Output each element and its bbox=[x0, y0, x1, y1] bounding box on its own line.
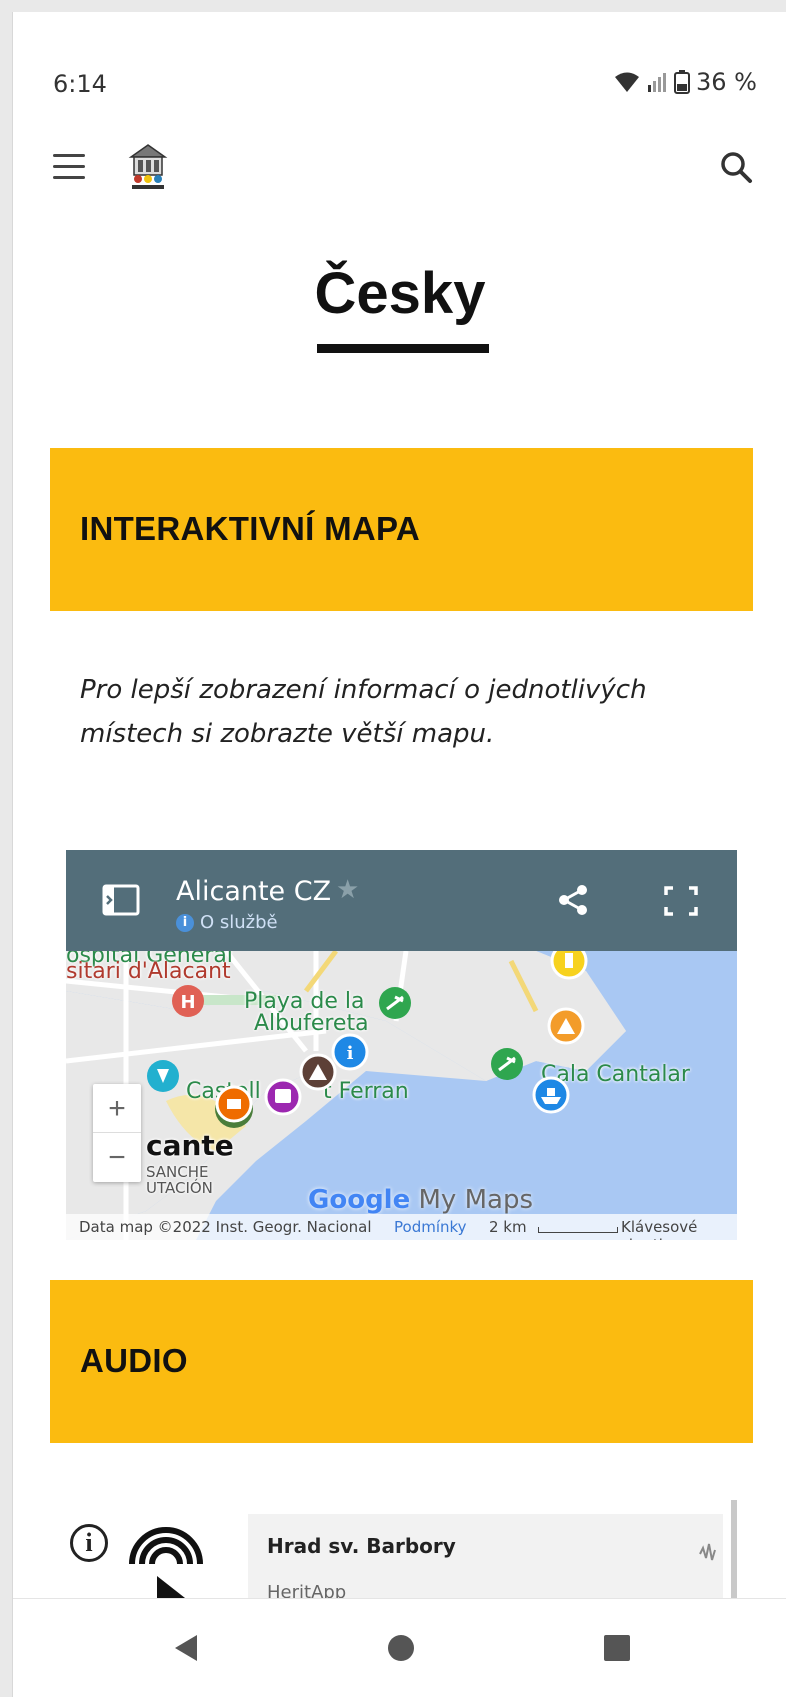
status-bar: 6:14 36 % bbox=[13, 12, 786, 132]
bus-marker[interactable] bbox=[264, 1078, 302, 1116]
back-icon[interactable] bbox=[173, 1633, 199, 1663]
map-title: Alicante CZ bbox=[176, 876, 332, 907]
mountain-marker[interactable] bbox=[299, 1053, 337, 1091]
menu-icon-line bbox=[53, 165, 85, 168]
info-icon: i bbox=[176, 913, 194, 932]
map-section-header: INTERAKTIVNÍ MAPA bbox=[50, 448, 753, 611]
audio-section-title: AUDIO bbox=[80, 1342, 188, 1379]
phone-screen: 6:14 36 % Česky INTERAKTIVNÍ MAPA Pro le… bbox=[12, 12, 786, 1697]
search-icon[interactable] bbox=[719, 150, 753, 184]
status-icons: 36 % bbox=[614, 68, 757, 96]
map-footer: Data map ©2022 Inst. Geogr. Nacional Pod… bbox=[66, 1214, 737, 1240]
beach-marker[interactable] bbox=[379, 987, 411, 1019]
info-marker[interactable]: i bbox=[331, 1033, 369, 1071]
audio-player: i Hrad sv. Barbory HeritApp bbox=[13, 1488, 786, 1614]
home-icon[interactable] bbox=[387, 1633, 415, 1663]
map-legend-toggle-icon[interactable] bbox=[102, 884, 140, 916]
audio-info-button[interactable]: i bbox=[70, 1524, 108, 1562]
title-underline bbox=[317, 344, 489, 353]
map-scale-label: 2 km bbox=[489, 1218, 527, 1236]
map-section-title: INTERAKTIVNÍ MAPA bbox=[80, 510, 420, 547]
play-icon[interactable] bbox=[149, 1576, 189, 1598]
hospital-marker[interactable]: H bbox=[172, 985, 204, 1017]
fullscreen-icon[interactable] bbox=[664, 886, 698, 916]
svg-text:H: H bbox=[180, 992, 195, 1013]
map-about-link[interactable]: i O službě bbox=[176, 912, 278, 933]
zoom-out-button[interactable]: − bbox=[93, 1133, 141, 1182]
keyboard-shortcuts-link[interactable]: Klávesové zkratky bbox=[621, 1218, 737, 1240]
heritapp-logo-icon[interactable] bbox=[126, 142, 170, 192]
signal-icon bbox=[648, 73, 667, 92]
map-scale-bar bbox=[538, 1227, 618, 1233]
menu-icon-line bbox=[53, 154, 85, 157]
audio-section-header: AUDIO bbox=[50, 1280, 753, 1443]
map-about-label: O službě bbox=[200, 912, 278, 933]
map-attribution: Data map ©2022 Inst. Geogr. Nacional bbox=[79, 1218, 372, 1236]
landmark-marker[interactable] bbox=[147, 1060, 179, 1092]
map-header: Alicante CZ ★ i O službě bbox=[66, 850, 737, 951]
status-time: 6:14 bbox=[53, 70, 107, 98]
svg-text:i: i bbox=[347, 1043, 354, 1064]
audio-track-title: Hrad sv. Barbory bbox=[267, 1534, 456, 1558]
audio-wave-icon bbox=[129, 1527, 203, 1565]
audio-scrollbar[interactable] bbox=[731, 1500, 737, 1600]
recent-apps-icon[interactable] bbox=[603, 1633, 631, 1663]
share-icon[interactable] bbox=[558, 884, 588, 916]
mymaps-wordmark: My Maps bbox=[418, 1185, 534, 1215]
wifi-icon bbox=[615, 72, 640, 92]
app-bar bbox=[13, 132, 786, 212]
battery-percent: 36 % bbox=[696, 68, 757, 96]
castle-marker[interactable] bbox=[215, 1085, 253, 1128]
mountain-marker[interactable] bbox=[547, 1007, 585, 1045]
zoom-in-button[interactable]: + bbox=[93, 1084, 141, 1133]
star-icon[interactable]: ★ bbox=[336, 874, 359, 905]
google-wordmark: Google bbox=[308, 1185, 411, 1215]
lighthouse-marker[interactable] bbox=[550, 951, 588, 980]
map-intro-text: Pro lepší zobrazení informací o jednotli… bbox=[80, 675, 647, 749]
embedded-map[interactable]: Alicante CZ ★ i O službě ospital General… bbox=[66, 850, 737, 1240]
page-title: Česky bbox=[314, 261, 486, 326]
waveform-icon bbox=[699, 1543, 716, 1561]
menu-icon-line bbox=[53, 176, 85, 179]
ferry-marker[interactable] bbox=[532, 1076, 570, 1114]
map-terms-link[interactable]: Podmínky bbox=[394, 1218, 467, 1236]
system-navigation-bar bbox=[13, 1598, 786, 1697]
google-my-maps-logo: Google My Maps bbox=[308, 1185, 533, 1215]
battery-icon bbox=[674, 70, 691, 94]
zoom-controls: + − bbox=[93, 1084, 141, 1182]
menu-button[interactable] bbox=[53, 154, 85, 180]
beach-marker[interactable] bbox=[491, 1048, 523, 1080]
